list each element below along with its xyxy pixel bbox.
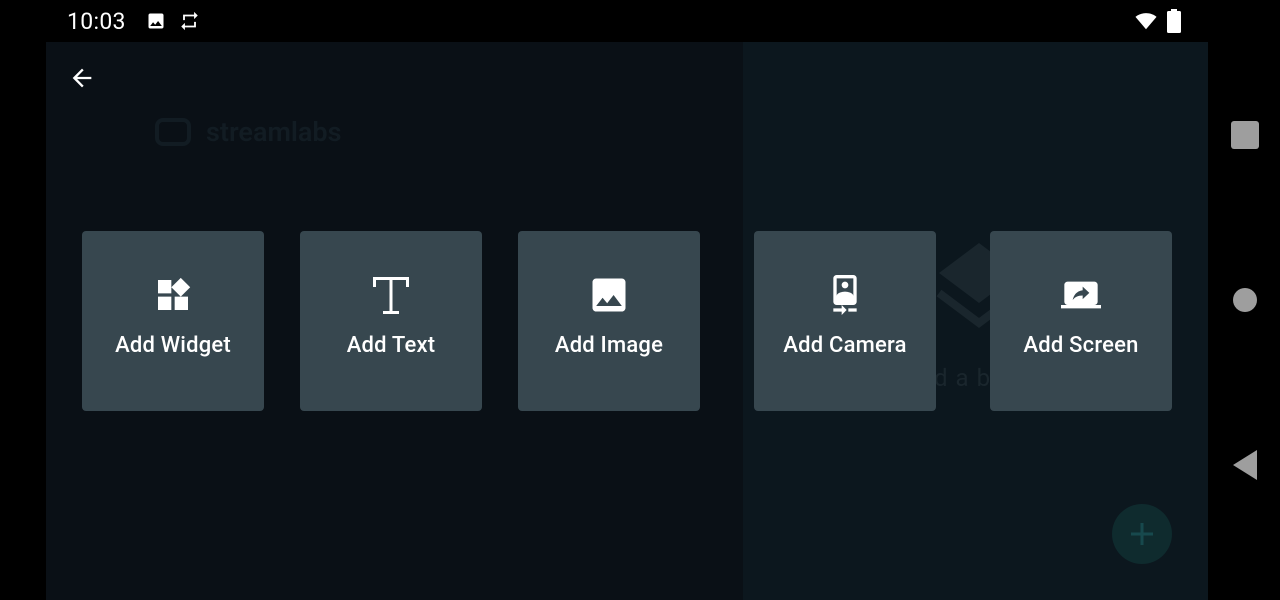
add-camera-tile[interactable]: Add Camera [754, 231, 936, 411]
home-button[interactable] [1230, 285, 1260, 315]
tile-label: Add Image [554, 333, 664, 358]
wifi-icon [1133, 10, 1159, 36]
widgets-icon [149, 271, 197, 319]
system-nav-bar [1208, 0, 1280, 600]
app-area: streamlabs dab Add Widget Add Text Add I… [46, 42, 1208, 600]
add-widget-tile[interactable]: Add Widget [82, 231, 264, 411]
text-icon [367, 271, 415, 319]
streamlabs-logo-icon [155, 118, 191, 146]
square-icon [1231, 121, 1259, 149]
recents-button[interactable] [1230, 120, 1260, 150]
arrow-left-icon [72, 68, 92, 88]
sync-notification-icon [177, 10, 202, 36]
add-source-fab[interactable] [1112, 504, 1172, 564]
screen-share-icon [1057, 271, 1105, 319]
back-button[interactable] [66, 62, 98, 94]
triangle-back-icon [1233, 450, 1257, 480]
add-text-tile[interactable]: Add Text [300, 231, 482, 411]
nav-back-button[interactable] [1230, 450, 1260, 480]
tile-label: Add Screen [1023, 333, 1139, 358]
tile-label: Add Text [346, 333, 436, 358]
background-logo-text: streamlabs [206, 116, 342, 148]
background-stack-text: dab [934, 364, 999, 392]
plus-icon [1131, 523, 1153, 545]
status-bar: 10:03 [0, 0, 1280, 42]
background-logo: streamlabs [154, 116, 342, 148]
tile-label: Add Camera [783, 333, 907, 358]
status-time: 10:03 [67, 8, 126, 35]
camera-icon [821, 271, 869, 319]
add-screen-tile[interactable]: Add Screen [990, 231, 1172, 411]
battery-icon [1166, 9, 1182, 37]
tile-label: Add Widget [115, 333, 231, 358]
image-icon [585, 271, 633, 319]
circle-icon [1233, 288, 1257, 312]
add-image-tile[interactable]: Add Image [518, 231, 700, 411]
image-notification-icon [146, 11, 166, 35]
